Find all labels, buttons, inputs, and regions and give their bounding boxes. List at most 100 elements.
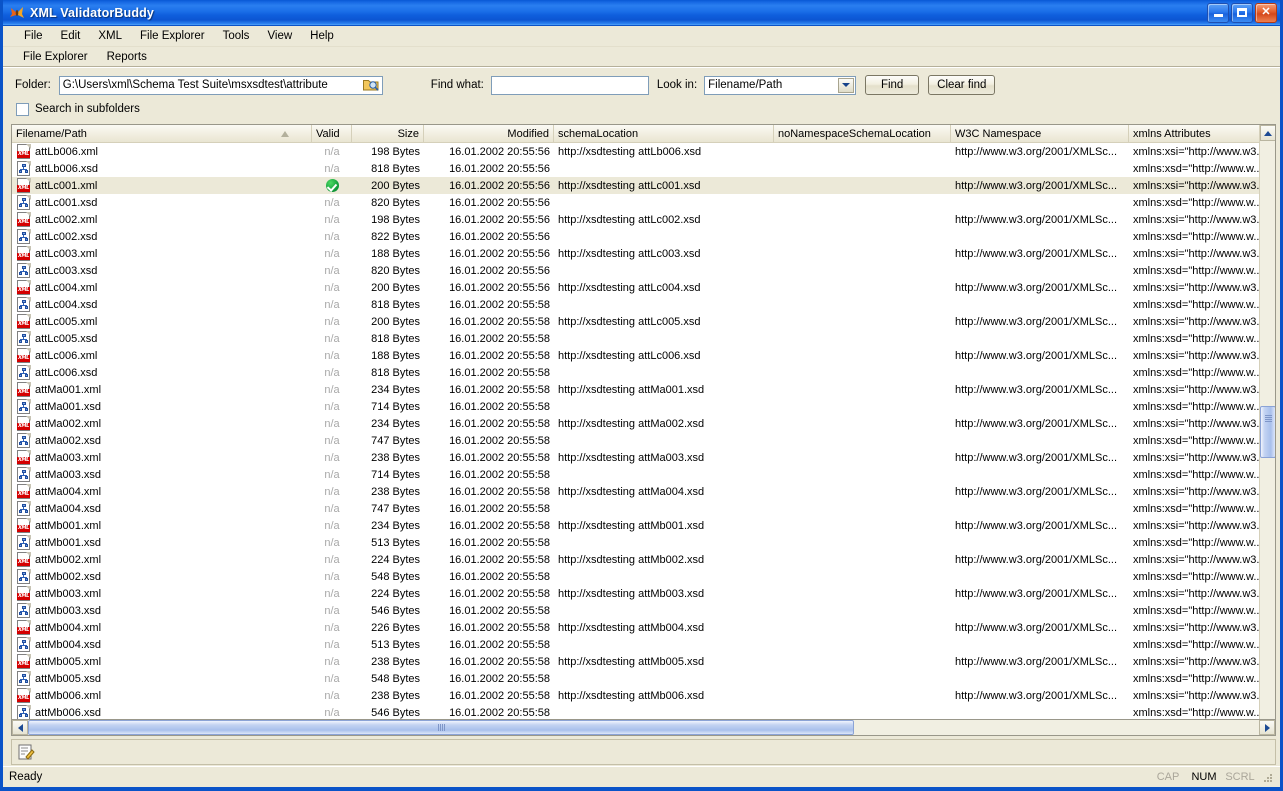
cell-xmlns-attributes: xmlns:xsd="http://www.w... — [1133, 434, 1263, 447]
table-row[interactable]: attMb002.xsd n/a 548 Bytes 16.01.2002 20:55… — [12, 568, 1275, 585]
folder-path-input[interactable] — [59, 76, 382, 94]
table-row[interactable]: XML attMb001.xml n/a 234 Bytes 16.01.2002 20… — [12, 517, 1275, 534]
cell-xmlns-attributes: xmlns:xsd="http://www.w... — [1133, 366, 1263, 379]
scroll-up-button[interactable] — [1260, 125, 1275, 141]
column-header-size[interactable]: Size — [352, 125, 424, 142]
cell-filename: XML attMa003.xml — [12, 450, 312, 465]
table-row[interactable]: XML attMb002.xml n/a 224 Bytes 16.01.2002 20… — [12, 551, 1275, 568]
xml-file-icon: XML — [16, 416, 32, 431]
folder-browse-icon[interactable] — [363, 78, 380, 93]
scroll-right-button[interactable] — [1259, 720, 1275, 735]
cell-size: 234 Bytes — [371, 519, 420, 532]
table-row[interactable]: XML attLc003.xml n/a 188 Bytes 16.01.2002 20… — [12, 245, 1275, 262]
cell-valid: n/a — [324, 417, 340, 430]
table-row[interactable]: XML attMa001.xml n/a 234 Bytes 16.01.2002 20… — [12, 381, 1275, 398]
menu-item-view[interactable]: View — [258, 28, 301, 44]
menu-item-file-explorer[interactable]: File Explorer — [131, 28, 214, 44]
menu-item-edit[interactable]: Edit — [52, 28, 90, 44]
cell-w3c-namespace: http://www.w3.org/2001/XMLSc... — [955, 145, 1118, 158]
xml-file-icon: XML — [16, 246, 32, 261]
close-button[interactable]: ✕ — [1255, 2, 1277, 23]
table-row[interactable]: attLc005.xsd n/a 818 Bytes 16.01.2002 20:55… — [12, 330, 1275, 347]
cell-modified: 16.01.2002 20:55:58 — [449, 672, 550, 685]
horizontal-scrollbar[interactable] — [11, 719, 1276, 736]
folder-path-field[interactable] — [58, 75, 383, 95]
table-row[interactable]: attLb006.xsd n/a 818 Bytes 16.01.2002 20:55… — [12, 160, 1275, 177]
table-row[interactable]: attLc003.xsd n/a 820 Bytes 16.01.2002 20:55… — [12, 262, 1275, 279]
table-row[interactable]: XML attMb005.xml n/a 238 Bytes 16.01.2002 20… — [12, 653, 1275, 670]
file-name-label: attMb004.xsd — [35, 638, 102, 651]
table-row[interactable]: attMa001.xsd n/a 714 Bytes 16.01.2002 20:55… — [12, 398, 1275, 415]
cell-filename: XML attLc006.xml — [12, 348, 312, 363]
vertical-scrollbar[interactable] — [1259, 125, 1275, 735]
find-button[interactable]: Find — [865, 75, 920, 95]
search-subfolders-checkbox[interactable] — [16, 102, 29, 116]
table-row[interactable]: XML attLc004.xml n/a 200 Bytes 16.01.2002 20… — [12, 279, 1275, 296]
table-row[interactable]: attLc006.xsd n/a 818 Bytes 16.01.2002 20:55… — [12, 364, 1275, 381]
column-header-modified[interactable]: Modified — [424, 125, 554, 142]
cell-size: 198 Bytes — [371, 145, 420, 158]
sort-ascending-icon — [281, 130, 289, 137]
cell-w3c-namespace: http://www.w3.org/2001/XMLSc... — [955, 519, 1118, 532]
menu-item-tools[interactable]: Tools — [214, 28, 259, 44]
menu-item-xml[interactable]: XML — [89, 28, 131, 44]
vertical-scroll-thumb[interactable] — [1260, 406, 1275, 458]
column-header-xmlnsAttributes[interactable]: xmlns Attributes — [1129, 125, 1269, 142]
table-row[interactable]: XML attMa004.xml n/a 238 Bytes 16.01.2002 20… — [12, 483, 1275, 500]
minimize-button[interactable] — [1207, 2, 1229, 23]
cell-schema-location: http://xsdtesting attMb004.xsd — [558, 621, 705, 634]
table-row[interactable]: XML attLc006.xml n/a 188 Bytes 16.01.2002 20… — [12, 347, 1275, 364]
cell-valid: n/a — [324, 621, 340, 634]
xsd-schema-icon — [16, 535, 32, 550]
maximize-button[interactable] — [1231, 2, 1253, 23]
table-row[interactable]: XML attMb003.xml n/a 224 Bytes 16.01.2002 20… — [12, 585, 1275, 602]
tab-reports[interactable]: Reports — [93, 48, 158, 66]
file-rows-container[interactable]: XML attLb006.xml n/a 198 Bytes 16.01.2002 20… — [12, 143, 1275, 735]
column-header-valid[interactable]: Valid — [312, 125, 352, 142]
scroll-left-button[interactable] — [12, 720, 28, 735]
table-row[interactable]: XML attMb004.xml n/a 226 Bytes 16.01.2002 20… — [12, 619, 1275, 636]
column-header-schemaLocation[interactable]: schemaLocation — [554, 125, 774, 142]
table-row[interactable]: XML attLc005.xml n/a 200 Bytes 16.01.2002 20… — [12, 313, 1275, 330]
file-name-label: attMb004.xml — [35, 621, 102, 634]
xml-file-icon: XML — [16, 178, 32, 193]
clear-find-button[interactable]: Clear find — [928, 75, 996, 95]
cell-modified: 16.01.2002 20:55:58 — [449, 587, 550, 600]
table-row[interactable]: attLc004.xsd n/a 818 Bytes 16.01.2002 20:55… — [12, 296, 1275, 313]
column-header-filename[interactable]: Filename/Path — [12, 125, 312, 142]
look-in-combobox[interactable]: Filename/Path — [704, 75, 857, 95]
table-row[interactable]: attMb004.xsd n/a 513 Bytes 16.01.2002 20:55… — [12, 636, 1275, 653]
cell-size: 200 Bytes — [371, 315, 420, 328]
cell-modified: 16.01.2002 20:55:56 — [449, 230, 550, 243]
horizontal-scroll-thumb[interactable] — [28, 720, 854, 735]
menu-item-file[interactable]: File — [15, 28, 52, 44]
table-row[interactable]: XML attMa002.xml n/a 234 Bytes 16.01.2002 20… — [12, 415, 1275, 432]
tab-file-explorer[interactable]: File Explorer — [9, 48, 99, 66]
table-row[interactable]: attLc001.xsd n/a 820 Bytes 16.01.2002 20:55… — [12, 194, 1275, 211]
table-row[interactable]: attMb001.xsd n/a 513 Bytes 16.01.2002 20:55… — [12, 534, 1275, 551]
table-row[interactable]: attMb003.xsd n/a 546 Bytes 16.01.2002 20:55… — [12, 602, 1275, 619]
resize-grip[interactable] — [1260, 770, 1274, 784]
find-what-field[interactable] — [490, 75, 649, 95]
cell-size: 714 Bytes — [371, 400, 420, 413]
chevron-down-icon[interactable] — [838, 77, 855, 93]
cell-valid: n/a — [324, 196, 340, 209]
table-row[interactable]: XML attLb006.xml n/a 198 Bytes 16.01.2002 20… — [12, 143, 1275, 160]
column-header-w3cNamespace[interactable]: W3C Namespace — [951, 125, 1129, 142]
find-what-input[interactable] — [491, 78, 648, 95]
column-header-noNamespaceSchemaLocation[interactable]: noNamespaceSchemaLocation — [774, 125, 951, 142]
table-row[interactable]: XML attMb006.xml n/a 238 Bytes 16.01.2002 20… — [12, 687, 1275, 704]
table-row[interactable]: attLc002.xsd n/a 822 Bytes 16.01.2002 20:55… — [12, 228, 1275, 245]
table-row[interactable]: attMa003.xsd n/a 714 Bytes 16.01.2002 20:55… — [12, 466, 1275, 483]
xml-file-icon: XML — [16, 586, 32, 601]
cell-xmlns-attributes: xmlns:xsd="http://www.w... — [1133, 298, 1263, 311]
table-row[interactable]: attMa004.xsd n/a 747 Bytes 16.01.2002 20:55… — [12, 500, 1275, 517]
table-row[interactable]: XML attLc001.xml 200 Bytes 16.01.2002 20:55… — [12, 177, 1275, 194]
table-row[interactable]: XML attMa003.xml n/a 238 Bytes 16.01.2002 20… — [12, 449, 1275, 466]
table-row[interactable]: XML attLc002.xml n/a 198 Bytes 16.01.2002 20… — [12, 211, 1275, 228]
cell-filename: attMa002.xsd — [12, 433, 312, 448]
menu-item-help[interactable]: Help — [301, 28, 343, 44]
table-row[interactable]: attMa002.xsd n/a 747 Bytes 16.01.2002 20:55… — [12, 432, 1275, 449]
edit-note-icon[interactable] — [15, 741, 37, 763]
table-row[interactable]: attMb005.xsd n/a 548 Bytes 16.01.2002 20:55… — [12, 670, 1275, 687]
